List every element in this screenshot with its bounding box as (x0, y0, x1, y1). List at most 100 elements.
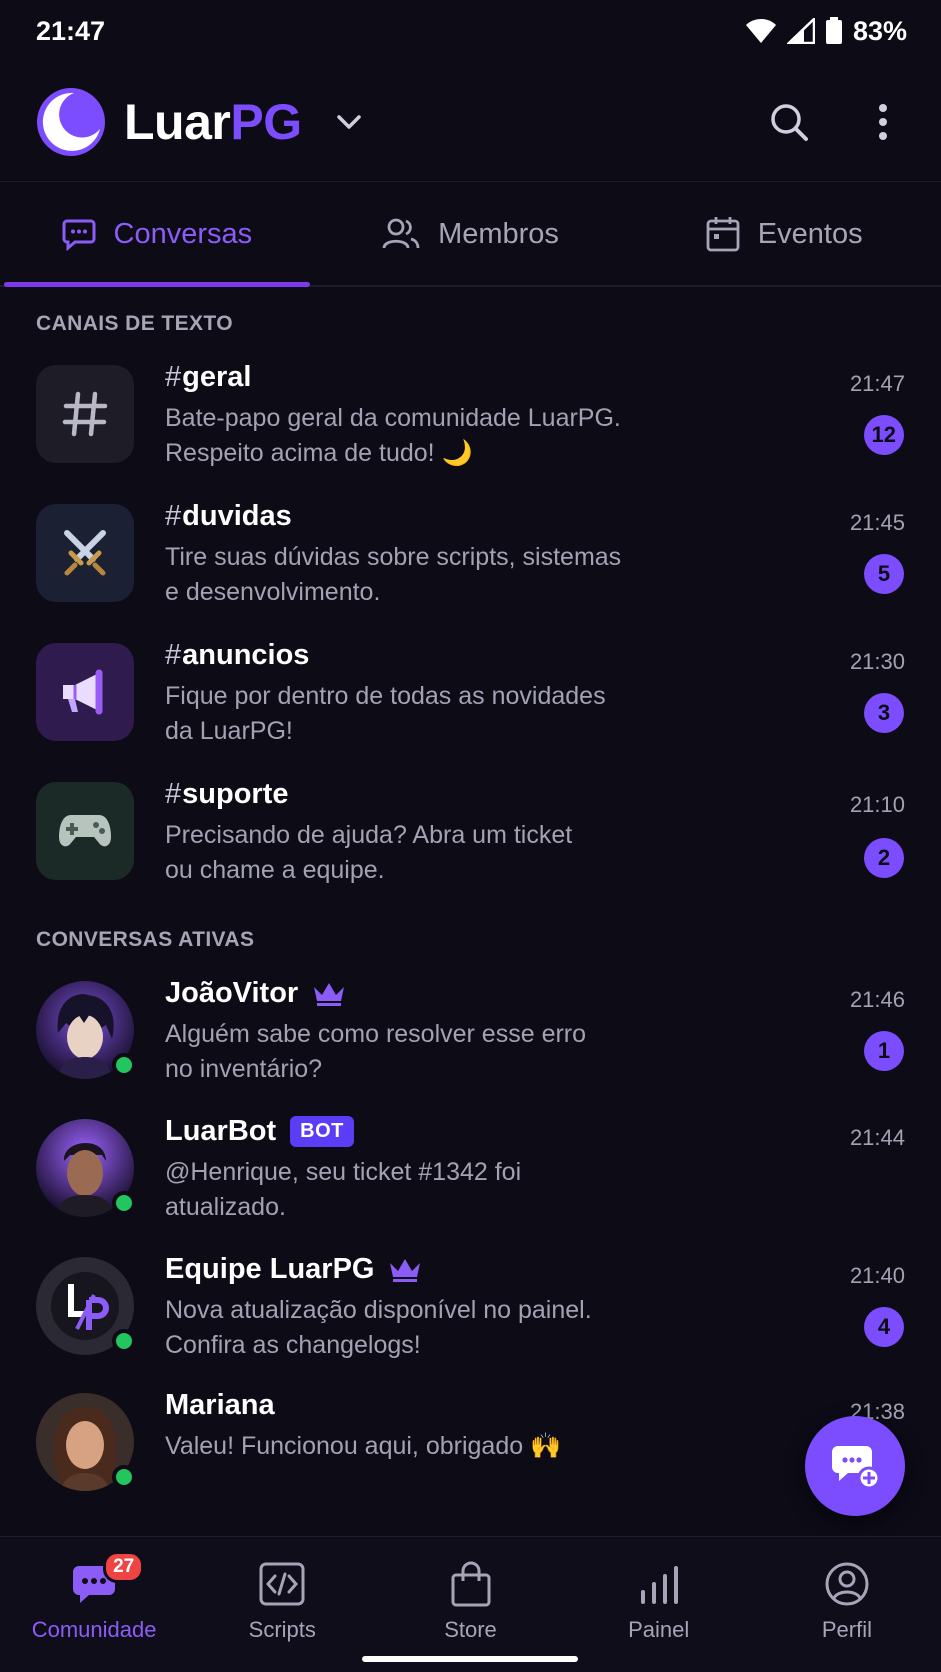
conversation-time: 21:46 (849, 987, 905, 1012)
battery-icon (825, 17, 842, 44)
avatar[interactable] (36, 1393, 136, 1491)
conversation-preview: Valeu! Funcionou aqui, obrigado 🙌 (165, 1432, 562, 1460)
crown-icon (314, 982, 345, 1006)
brand-name: LuarPG (124, 93, 302, 150)
conversation-preview: Nova atualização disponível no painel. Co… (165, 1296, 592, 1359)
users-icon (382, 218, 420, 249)
conversation-name: LuarBot BOT (165, 1115, 354, 1148)
section-title-active-conversations: CONVERSAS ATIVAS (36, 928, 255, 951)
channel-time: 21:10 (849, 792, 905, 817)
new-chat-icon (832, 1446, 880, 1489)
tab-membros[interactable]: Membros (314, 183, 628, 285)
wifi-icon (745, 19, 776, 43)
nav-label: Perfil (821, 1617, 872, 1642)
hash-icon (62, 391, 108, 437)
conversation-preview: @Henrique, seu ticket #1342 foi atualizad… (165, 1158, 522, 1221)
new-conversation-button[interactable] (805, 1416, 905, 1516)
chevron-down-icon[interactable] (336, 114, 362, 130)
nav-item-scripts[interactable]: Scripts (188, 1537, 376, 1672)
channel-description: Fique por dentro de todas as novidades da… (165, 682, 606, 745)
nav-item-perfil[interactable]: Perfil (753, 1537, 941, 1672)
unread-badge: 4 (864, 1307, 904, 1347)
online-status-indicator (112, 1191, 136, 1215)
unread-badge: 2 (864, 838, 904, 878)
megaphone-icon (63, 669, 103, 715)
channel-description: Precisando de ajuda? Abra um ticket ou ch… (165, 821, 573, 884)
tab-label: Conversas (113, 217, 253, 250)
avatar[interactable] (36, 981, 136, 1079)
bar-chart-icon (634, 1559, 684, 1609)
app-header: LuarPG (0, 62, 941, 182)
channel-name: # anuncios (165, 639, 310, 671)
online-status-indicator (112, 1053, 136, 1077)
conversation-name: Mariana (165, 1389, 275, 1421)
calendar-icon (706, 217, 740, 252)
channel-row-geral[interactable]: # geral Bate-papo geral da comunidade Lua… (0, 361, 941, 475)
channel-time: 21:45 (849, 510, 905, 535)
section-title-text-channels: CANAIS DE TEXTO (36, 312, 233, 335)
avatar[interactable] (36, 1119, 136, 1217)
more-vertical-icon[interactable] (861, 100, 905, 144)
conversation-row-mariana[interactable]: Mariana Valeu! Funcionou aqui, obrigado … (0, 1389, 941, 1503)
crown-icon (390, 1258, 421, 1282)
status-time: 21:47 (36, 15, 106, 46)
conversation-preview: Alguém sabe como resolver esse erro no in… (165, 1020, 587, 1083)
status-icons: 83% (745, 16, 907, 47)
conversation-time: 21:40 (849, 1263, 905, 1288)
chat-bubble-icon (62, 219, 96, 251)
battery-level: 83% (852, 15, 907, 46)
crossed-swords-icon (64, 530, 106, 576)
conversation-row-equipe-luarpg[interactable]: Equipe LuarPG Nova atualização disponíve… (0, 1253, 941, 1367)
channel-row-suporte[interactable]: # suporte Precisando de ajuda? Abra um ti… (0, 778, 941, 892)
tab-label: Membros (438, 217, 559, 250)
conversation-row-joaovitor[interactable]: JoãoVitor Alguém sabe como resolver esse… (0, 977, 941, 1091)
nav-label: Comunidade (31, 1617, 157, 1642)
search-icon[interactable] (767, 100, 811, 144)
code-icon (257, 1559, 307, 1609)
channel-row-anuncios[interactable]: # anuncios Fique por dentro de todas as n… (0, 639, 941, 753)
conversation-name: JoãoVitor (165, 977, 346, 1010)
notification-badge: 27 (103, 1551, 145, 1583)
home-indicator[interactable] (362, 1656, 578, 1662)
tab-conversas[interactable]: Conversas (0, 183, 314, 287)
conversation-time: 21:44 (849, 1125, 905, 1150)
channel-time: 21:47 (849, 371, 905, 396)
channel-name: # geral (165, 361, 252, 393)
unread-badge: 12 (863, 415, 904, 455)
channel-name: # suporte (165, 778, 289, 810)
conversation-name: Equipe LuarPG (165, 1253, 422, 1286)
channel-icon (36, 365, 134, 463)
brand-switcher[interactable]: LuarPG (36, 87, 362, 157)
online-status-indicator (112, 1465, 136, 1489)
conversation-row-luarbot[interactable]: LuarBot BOT @Henrique, seu ticket #1342 … (0, 1115, 941, 1229)
unread-badge: 3 (864, 693, 904, 733)
avatar[interactable] (36, 1257, 136, 1355)
tab-label: Eventos (757, 217, 863, 250)
nav-label: Store (444, 1617, 497, 1642)
gamepad-icon (59, 815, 111, 847)
unread-badge: 1 (864, 1031, 904, 1071)
tab-eventos[interactable]: Eventos (627, 183, 941, 285)
nav-item-painel[interactable]: Painel (565, 1537, 753, 1672)
channel-icon (36, 504, 134, 602)
nav-label: Scripts (248, 1617, 316, 1642)
status-bar: 21:47 83% (0, 0, 941, 62)
signal-icon (786, 18, 815, 44)
nav-item-store[interactable]: Store (376, 1537, 564, 1672)
user-circle-icon (822, 1559, 872, 1609)
channel-row-duvidas[interactable]: # duvidas Tire suas dúvidas sobre scripts… (0, 500, 941, 614)
online-status-indicator (112, 1329, 136, 1353)
channel-description: Tire suas dúvidas sobre scripts, sistema… (165, 543, 622, 606)
nav-item-comunidade[interactable]: 27 Comunidade (0, 1537, 188, 1672)
channel-name: # duvidas (165, 500, 292, 532)
community-chat-icon: 27 (69, 1551, 145, 1609)
unread-badge: 5 (864, 554, 904, 594)
channel-icon (36, 643, 134, 741)
shopping-bag-icon (446, 1559, 496, 1609)
channel-description: Bate-papo geral da comunidade LuarPG. Res… (165, 404, 621, 467)
tab-bar: Conversas Membros Eventos (0, 183, 941, 287)
moon-logo-icon (37, 87, 105, 156)
bottom-navigation: 27 Comunidade Scripts Store Painel Perfi… (0, 1536, 941, 1672)
nav-label: Painel (628, 1617, 690, 1642)
channel-icon (36, 782, 134, 880)
